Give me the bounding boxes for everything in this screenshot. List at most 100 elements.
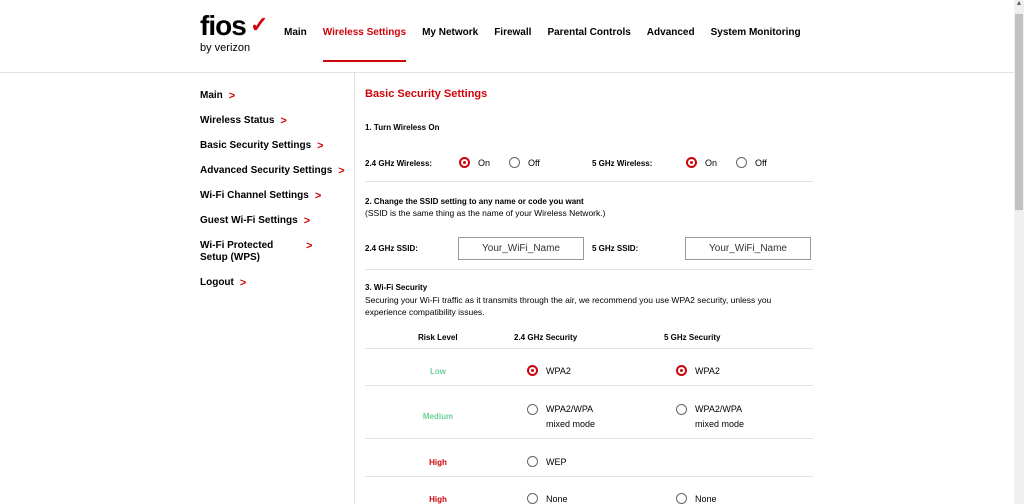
chevron-right-icon: > [239, 277, 247, 289]
radio-label: Off [528, 157, 540, 168]
tab-advanced[interactable]: Advanced [647, 27, 695, 48]
radio-unselected-icon [527, 404, 538, 415]
chevron-right-icon: > [303, 215, 311, 227]
risk-level-medium: Medium [422, 412, 454, 421]
ssid-5-label: 5 GHz SSID: [592, 244, 639, 253]
sidebar-item-label: Advanced Security Settings [200, 165, 333, 176]
radio-unselected-icon [527, 493, 538, 504]
sidebar-item-label: Wi-Fi Channel Settings [200, 190, 309, 201]
radio-label: WPA2/WPA mixed mode [546, 402, 595, 432]
security-24-wep-radio[interactable]: WEP [527, 456, 567, 467]
security-24-none-radio[interactable]: None [527, 493, 568, 504]
tab-my-network[interactable]: My Network [422, 27, 478, 48]
header: fios ✓ by verizon Main Wireless Settings… [0, 0, 1014, 73]
security-24-wpa2-radio[interactable]: WPA2 [527, 365, 571, 376]
sidebar-item-logout[interactable]: Logout > [200, 277, 345, 289]
sidebar-item-label: Wireless Status [200, 115, 275, 126]
scrollbar-thumb[interactable] [1015, 14, 1023, 210]
sidebar-item-guest-wifi[interactable]: Guest Wi-Fi Settings > [200, 215, 345, 227]
tab-main[interactable]: Main [284, 27, 307, 48]
tab-firewall[interactable]: Firewall [494, 27, 531, 48]
section-ssid-note: (SSID is the same thing as the name of y… [365, 208, 606, 218]
chevron-right-icon: > [317, 140, 324, 152]
radio-selected-icon [686, 157, 697, 168]
section-divider [365, 181, 813, 182]
page-scrollbar[interactable]: ▲ [1014, 0, 1024, 504]
ssid-24-label: 2.4 GHz SSID: [365, 244, 418, 253]
sidebar-item-advanced-security[interactable]: Advanced Security Settings > [200, 165, 345, 177]
tab-system-monitoring[interactable]: System Monitoring [711, 27, 801, 48]
radio-label-line2: mixed mode [695, 419, 745, 429]
radio-unselected-icon [676, 493, 687, 504]
wireless-5-off-radio[interactable]: Off [736, 157, 767, 168]
column-header-5-security: 5 GHz Security [664, 333, 721, 342]
radio-label: None [695, 493, 717, 504]
security-5-none-radio[interactable]: None [676, 493, 717, 504]
table-divider [365, 385, 813, 386]
ssid-24-input[interactable] [458, 237, 584, 260]
security-5-wpa2-radio[interactable]: WPA2 [676, 365, 720, 376]
sidebar: Main > Wireless Status > Basic Security Se… [200, 90, 345, 302]
radio-unselected-icon [527, 456, 538, 467]
sidebar-item-label: Basic Security Settings [200, 140, 312, 151]
radio-selected-icon [527, 365, 538, 376]
sidebar-item-label: Main [200, 90, 223, 101]
section-wifi-security-note: Securing your Wi-Fi traffic as it transm… [365, 295, 772, 317]
radio-label: On [478, 157, 491, 168]
wireless-24-off-radio[interactable]: Off [509, 157, 540, 168]
sidebar-item-wifi-channel[interactable]: Wi-Fi Channel Settings > [200, 190, 345, 202]
wireless-5-on-radio[interactable]: On [686, 157, 717, 168]
chevron-right-icon: > [338, 165, 345, 177]
ssid-5-input[interactable] [685, 237, 811, 260]
security-5-wpa2-wpa-radio[interactable]: WPA2/WPA mixed mode [676, 402, 744, 432]
sidebar-item-main[interactable]: Main > [200, 90, 345, 102]
chevron-right-icon: > [280, 115, 287, 127]
section-wireless-on-title: 1. Turn Wireless On [365, 123, 440, 132]
column-header-24-security: 2.4 GHz Security [514, 333, 578, 342]
sidebar-item-wireless-status[interactable]: Wireless Status > [200, 115, 345, 127]
tab-wireless-settings[interactable]: Wireless Settings [322, 27, 407, 62]
logo-wordmark: fios [200, 10, 247, 41]
wireless-24-label: 2.4 GHz Wireless: [365, 159, 433, 168]
chevron-right-icon: > [228, 90, 236, 102]
radio-label-line1: WPA2/WPA [546, 404, 594, 414]
table-divider [365, 438, 813, 439]
risk-level-high: High [429, 458, 447, 467]
table-divider [365, 476, 813, 477]
radio-label: On [705, 157, 718, 168]
radio-label: Off [755, 157, 767, 168]
radio-selected-icon [676, 365, 687, 376]
top-navigation: Main Wireless Settings My Network Firewa… [284, 27, 801, 62]
tab-parental-controls[interactable]: Parental Controls [547, 27, 630, 48]
column-header-risk-level: Risk Level [418, 333, 458, 342]
radio-label-line1: WPA2/WPA [695, 404, 743, 414]
sidebar-item-label: Wi-Fi Protected Setup (WPS) [200, 240, 274, 263]
radio-selected-icon [459, 157, 470, 168]
scroll-up-arrow-icon[interactable]: ▲ [1014, 0, 1024, 12]
table-divider [365, 348, 813, 349]
logo-subtitle: by verizon [200, 42, 251, 54]
security-24-wpa2-wpa-radio[interactable]: WPA2/WPA mixed mode [527, 402, 595, 432]
sidebar-item-label: Guest Wi-Fi Settings [200, 215, 298, 226]
section-wifi-security-title: 3. Wi-Fi Security [365, 283, 428, 292]
sidebar-item-wps[interactable]: Wi-Fi Protected Setup (WPS) > [200, 240, 345, 264]
radio-unselected-icon [676, 404, 687, 415]
sidebar-item-basic-security[interactable]: Basic Security Settings > [200, 140, 345, 152]
section-ssid-title: 2. Change the SSID setting to any name o… [365, 197, 584, 206]
radio-unselected-icon [509, 157, 520, 168]
radio-label: WPA2 [695, 365, 720, 376]
wireless-24-on-radio[interactable]: On [459, 157, 490, 168]
radio-label: WPA2 [546, 365, 571, 376]
radio-label-line2: mixed mode [546, 419, 596, 429]
risk-level-high: High [429, 495, 447, 504]
sidebar-item-label: Logout [200, 277, 234, 288]
chevron-right-icon: > [314, 190, 322, 202]
section-divider [365, 269, 813, 270]
sidebar-divider [354, 73, 355, 504]
radio-label: WEP [546, 456, 567, 467]
wireless-5-label: 5 GHz Wireless: [592, 159, 653, 168]
fios-logo[interactable]: fios ✓ by verizon [200, 10, 268, 55]
radio-unselected-icon [736, 157, 747, 168]
radio-label: None [546, 493, 568, 504]
verizon-check-icon: ✓ [250, 12, 269, 37]
